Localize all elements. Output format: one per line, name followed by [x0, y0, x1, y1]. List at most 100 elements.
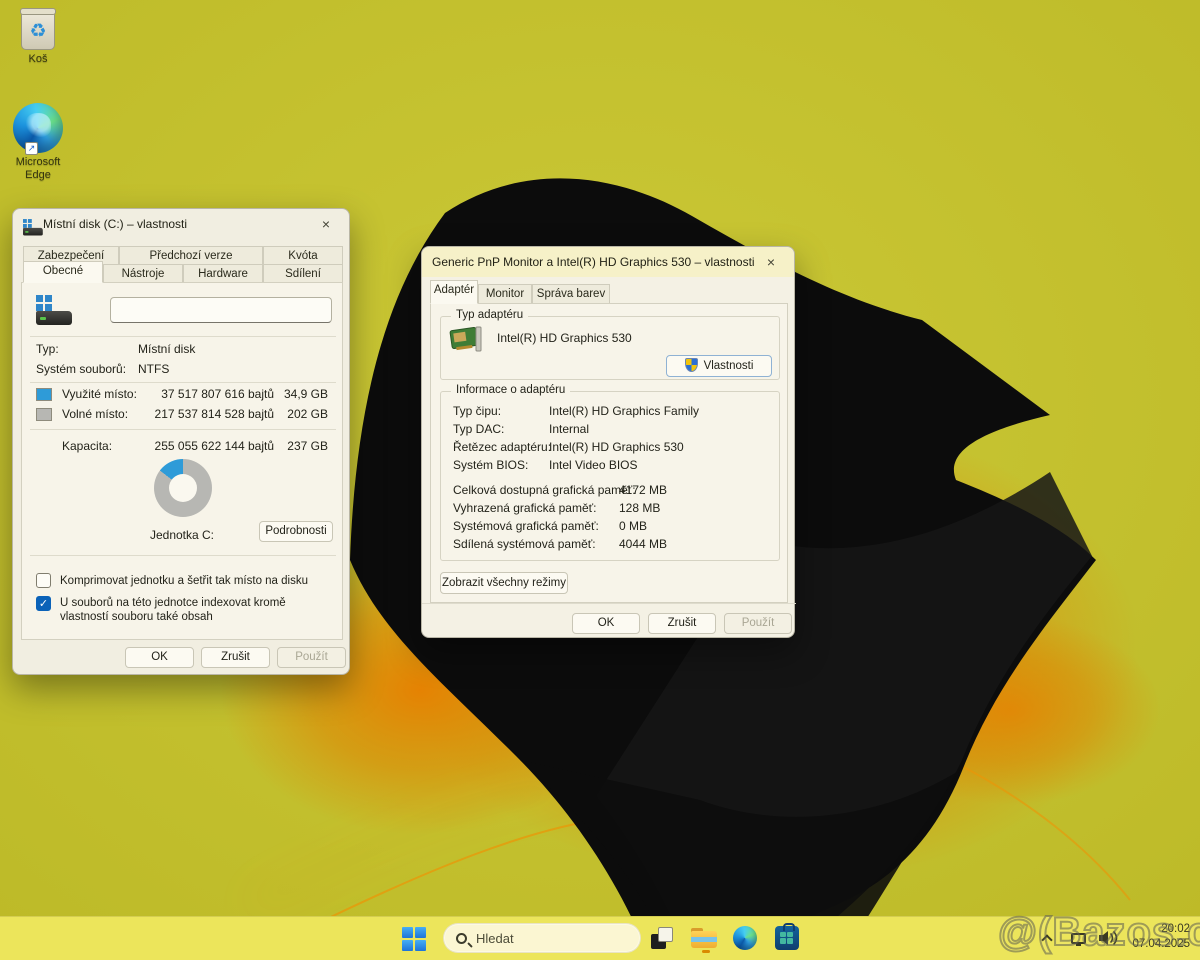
adapter-page: Typ adaptéru Intel(R) HD Graphics 530 Vl… — [430, 303, 788, 603]
tab-predchozi-verze[interactable]: Předchozí verze — [119, 246, 263, 265]
adapter-cancel-button[interactable]: Zrušit — [648, 613, 716, 634]
adapter-ok-button[interactable]: OK — [572, 613, 640, 634]
uac-shield-icon — [685, 358, 698, 372]
windows-logo-icon — [402, 927, 426, 951]
tab-nastroje[interactable]: Nástroje — [103, 264, 183, 283]
info-row-label: Typ DAC: — [453, 422, 504, 436]
capacity-label: Kapacita: — [62, 439, 112, 453]
drive-caption: Jednotka C: — [132, 528, 232, 542]
filesystem-value: NTFS — [138, 362, 169, 376]
adapter-properties-button[interactable]: Vlastnosti — [666, 355, 772, 377]
details-button[interactable]: Podrobnosti — [259, 521, 333, 542]
index-checkbox[interactable]: ✓ — [36, 596, 51, 611]
memory-row-label: Sdílená systémová paměť: — [453, 537, 596, 551]
hidden-icons-button[interactable] — [1036, 926, 1058, 950]
microsoft-store-icon — [775, 926, 799, 950]
file-explorer-icon — [691, 928, 717, 948]
tab-sprava-barev[interactable]: Správa barev — [532, 284, 610, 304]
memory-row-value: 128 MB — [619, 501, 660, 515]
free-space-gb: 202 GB — [276, 407, 328, 421]
compress-checkbox-label[interactable]: Komprimovat jednotku a šetřit tak místo … — [60, 574, 336, 588]
compress-checkbox[interactable] — [36, 573, 51, 588]
tab-adapter[interactable]: Adaptér — [430, 280, 478, 304]
clock-date: 07.04.2025 — [1132, 937, 1190, 952]
memory-row-label: Celková dostupná grafická paměť: — [453, 483, 636, 497]
graphics-card-icon — [449, 325, 485, 355]
monitor-icon — [1071, 933, 1086, 944]
info-row-label: Systém BIOS: — [453, 458, 528, 472]
edge-icon: ↗ — [13, 103, 63, 153]
edge-label-line2: Edge — [0, 169, 76, 182]
disk-ok-button[interactable]: OK — [125, 647, 194, 668]
adapter-type-group: Typ adaptéru Intel(R) HD Graphics 530 Vl… — [440, 316, 780, 380]
disk-dialog-titlebar[interactable]: Místní disk (C:) – vlastnosti × — [13, 209, 349, 239]
capacity-gb: 237 GB — [276, 439, 328, 453]
adapter-info-group: Informace o adaptéru Typ čipu: Intel(R) … — [440, 391, 780, 561]
tab-sdileni[interactable]: Sdílení — [263, 264, 343, 283]
used-space-gb: 34,9 GB — [276, 387, 328, 401]
index-checkbox-label[interactable]: U souborů na této jednotce indexovat kro… — [60, 596, 332, 624]
close-icon[interactable]: × — [313, 213, 339, 235]
type-value: Místní disk — [138, 342, 195, 356]
filesystem-label: Systém souborů: — [36, 362, 126, 376]
edge-taskbar-button[interactable] — [731, 924, 759, 952]
tab-obecne[interactable]: Obecné — [23, 261, 103, 283]
tab-monitor[interactable]: Monitor — [478, 284, 532, 304]
disk-apply-button[interactable]: Použít — [277, 647, 346, 668]
recycle-bin-icon: ♻ — [21, 10, 55, 50]
memory-row-label: Systémová grafická paměť: — [453, 519, 599, 533]
info-row-value: Intel(R) HD Graphics Family — [549, 404, 699, 418]
search-icon — [456, 933, 467, 944]
clock[interactable]: 20:02 07.04.2025 — [1132, 922, 1190, 952]
adapter-type-group-title: Typ adaptéru — [451, 309, 528, 321]
task-view-button[interactable] — [648, 924, 676, 952]
disk-cancel-button[interactable]: Zrušit — [201, 647, 270, 668]
adapter-name: Intel(R) HD Graphics 530 — [497, 331, 632, 345]
store-button[interactable] — [773, 924, 801, 952]
drive-icon — [36, 295, 74, 325]
volume-network-tray-button[interactable] — [1094, 926, 1122, 950]
memory-row-value: 4172 MB — [619, 483, 667, 497]
disk-title-icon — [23, 219, 34, 229]
desktop-icon-recycle-bin[interactable]: ♻ Koš — [0, 10, 76, 66]
free-space-swatch — [36, 408, 52, 421]
task-view-icon — [651, 927, 673, 949]
running-app-indicator — [702, 950, 710, 953]
info-row-value: Internal — [549, 422, 589, 436]
volume-label-input[interactable] — [110, 297, 332, 323]
memory-row-value: 4044 MB — [619, 537, 667, 551]
recycle-bin-label: Koš — [0, 53, 76, 66]
disk-properties-dialog: Místní disk (C:) – vlastnosti × Zabezpeč… — [12, 208, 350, 675]
adapter-dialog-title: Generic PnP Monitor a Intel(R) HD Graphi… — [432, 255, 758, 269]
adapter-info-group-title: Informace o adaptéru — [451, 384, 570, 396]
used-space-bytes: 37 517 807 616 bajtů — [132, 387, 274, 401]
adapter-dialog-titlebar[interactable]: Generic PnP Monitor a Intel(R) HD Graphi… — [422, 247, 794, 277]
file-explorer-button[interactable] — [690, 924, 718, 952]
disk-usage-donut-chart — [154, 459, 212, 517]
close-icon[interactable]: × — [758, 251, 784, 273]
display-tray-button[interactable] — [1066, 926, 1090, 950]
capacity-bytes: 255 055 622 144 bajtů — [132, 439, 274, 453]
disk-general-page: Typ: Místní disk Systém souborů: NTFS Vy… — [21, 282, 343, 640]
memory-row-value: 0 MB — [619, 519, 647, 533]
start-button[interactable] — [400, 925, 428, 953]
disk-dialog-title: Místní disk (C:) – vlastnosti — [43, 217, 313, 231]
clock-time: 20:02 — [1132, 922, 1190, 937]
type-label: Typ: — [36, 342, 59, 356]
info-row-value: Intel Video BIOS — [549, 458, 638, 472]
info-row-value: Intel(R) HD Graphics 530 — [549, 440, 684, 454]
used-space-label: Využité místo: — [62, 387, 137, 401]
search-placeholder: Hledat — [476, 931, 514, 946]
info-row-label: Typ čipu: — [453, 404, 501, 418]
adapter-properties-dialog: Generic PnP Monitor a Intel(R) HD Graphi… — [421, 246, 795, 638]
free-space-bytes: 217 537 814 528 bajtů — [132, 407, 274, 421]
show-all-modes-button[interactable]: Zobrazit všechny režimy — [440, 572, 568, 594]
memory-row-label: Vyhrazená grafická paměť: — [453, 501, 596, 515]
tab-hardware[interactable]: Hardware — [183, 264, 263, 283]
desktop-icon-edge[interactable]: ↗ Microsoft Edge — [0, 103, 76, 182]
search-box[interactable]: Hledat — [443, 923, 641, 953]
adapter-apply-button[interactable]: Použít — [724, 613, 792, 634]
info-row-label: Řetězec adaptéru: — [453, 440, 551, 454]
used-space-swatch — [36, 388, 52, 401]
tab-kvota[interactable]: Kvóta — [263, 246, 343, 265]
